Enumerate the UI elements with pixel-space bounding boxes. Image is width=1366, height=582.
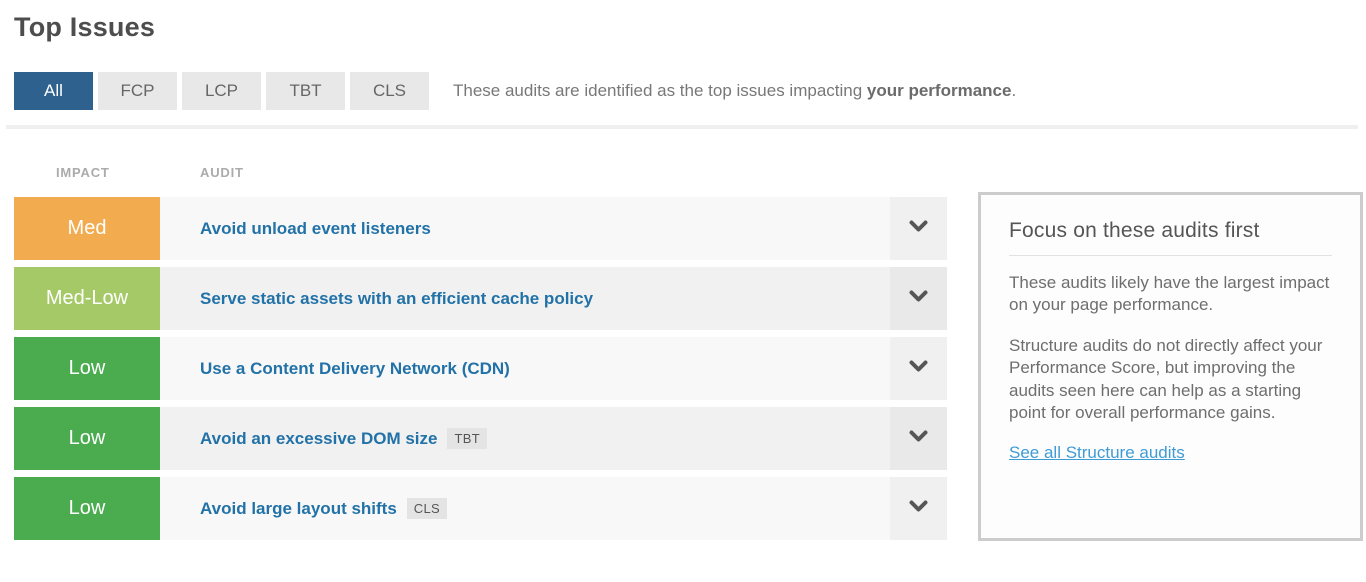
impact-badge: Med-Low	[14, 267, 160, 330]
chevron-down-icon	[909, 290, 928, 308]
tab-tbt[interactable]: TBT	[266, 72, 345, 110]
audit-cell: Avoid unload event listeners	[160, 197, 890, 260]
impact-badge: Low	[14, 337, 160, 400]
audit-title-link[interactable]: Serve static assets with an efficient ca…	[200, 289, 593, 309]
tab-cls[interactable]: CLS	[350, 72, 429, 110]
expand-row-button[interactable]	[890, 197, 947, 260]
filter-tabs: All FCP LCP TBT CLS	[14, 72, 429, 110]
impact-badge: Med	[14, 197, 160, 260]
table-row[interactable]: Med-Low Serve static assets with an effi…	[14, 267, 947, 330]
audit-title-link[interactable]: Avoid unload event listeners	[200, 219, 431, 239]
table-header-row: IMPACT AUDIT	[14, 165, 244, 180]
tabs-description: These audits are identified as the top i…	[453, 81, 1016, 101]
tab-lcp[interactable]: LCP	[182, 72, 261, 110]
description-text: These audits are identified as the top i…	[453, 81, 867, 100]
expand-row-button[interactable]	[890, 267, 947, 330]
top-issues-section: Top Issues All FCP LCP TBT CLS These aud…	[0, 0, 1366, 582]
chevron-down-icon	[909, 220, 928, 238]
description-end: .	[1011, 81, 1016, 100]
chevron-down-icon	[909, 360, 928, 378]
audit-cell: Serve static assets with an efficient ca…	[160, 267, 890, 330]
audit-title-link[interactable]: Avoid an excessive DOM size	[200, 429, 437, 449]
impact-badge: Low	[14, 477, 160, 540]
expand-row-button[interactable]	[890, 407, 947, 470]
page-title: Top Issues	[14, 12, 155, 43]
audit-cell: Use a Content Delivery Network (CDN)	[160, 337, 890, 400]
chevron-down-icon	[909, 430, 928, 448]
tab-fcp[interactable]: FCP	[98, 72, 177, 110]
expand-row-button[interactable]	[890, 337, 947, 400]
focus-audits-panel: Focus on these audits first These audits…	[978, 192, 1363, 541]
audit-cell: Avoid large layout shifts CLS	[160, 477, 890, 540]
table-row[interactable]: Low Avoid an excessive DOM size TBT	[14, 407, 947, 470]
tab-all[interactable]: All	[14, 72, 93, 110]
description-bold: your performance	[867, 81, 1012, 100]
column-header-impact: IMPACT	[14, 165, 160, 180]
panel-paragraph-1: These audits likely have the largest imp…	[1009, 272, 1332, 317]
table-row[interactable]: Med Avoid unload event listeners	[14, 197, 947, 260]
audit-title-link[interactable]: Avoid large layout shifts	[200, 499, 397, 519]
table-row[interactable]: Low Use a Content Delivery Network (CDN)	[14, 337, 947, 400]
audits-table: Med Avoid unload event listeners Med-Low…	[14, 197, 947, 547]
audit-cell: Avoid an excessive DOM size TBT	[160, 407, 890, 470]
expand-row-button[interactable]	[890, 477, 947, 540]
panel-divider	[1009, 255, 1332, 256]
audit-title-link[interactable]: Use a Content Delivery Network (CDN)	[200, 359, 510, 379]
chevron-down-icon	[909, 500, 928, 518]
metric-badge: TBT	[447, 428, 486, 449]
impact-badge: Low	[14, 407, 160, 470]
section-divider	[6, 125, 1358, 129]
table-row[interactable]: Low Avoid large layout shifts CLS	[14, 477, 947, 540]
see-all-structure-audits-link[interactable]: See all Structure audits	[1009, 443, 1185, 462]
panel-heading: Focus on these audits first	[1009, 219, 1332, 243]
filter-tabs-row: All FCP LCP TBT CLS These audits are ide…	[14, 72, 1352, 110]
column-header-audit: AUDIT	[160, 165, 244, 180]
panel-paragraph-2: Structure audits do not directly affect …	[1009, 335, 1332, 425]
metric-badge: CLS	[407, 498, 447, 519]
